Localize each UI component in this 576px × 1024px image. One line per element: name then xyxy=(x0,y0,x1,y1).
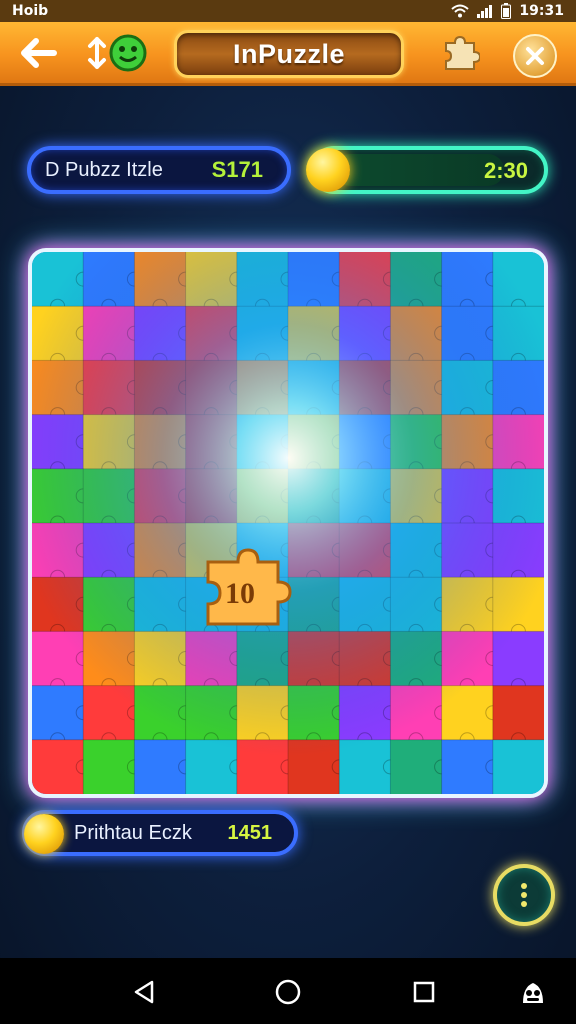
green-smiley-icon xyxy=(109,34,147,72)
signal-icon xyxy=(477,5,493,18)
progress-fill xyxy=(334,154,504,186)
timer-progress-bar: 2:30 xyxy=(306,146,548,194)
center-badge-text: 10 xyxy=(225,577,255,610)
center-badge: 10 xyxy=(206,548,292,626)
nav-home-button[interactable] xyxy=(272,976,304,1008)
sort-button[interactable] xyxy=(80,32,154,74)
more-options-button[interactable] xyxy=(493,864,555,926)
system-nav-bar xyxy=(0,958,576,1024)
nav-back-button[interactable] xyxy=(128,976,160,1008)
gold-coin-icon xyxy=(306,148,350,192)
up-down-arrows-icon xyxy=(88,37,106,69)
close-button[interactable] xyxy=(513,34,557,78)
arrow-left-icon xyxy=(21,38,57,68)
player-label: D Pubzz Itzle xyxy=(45,158,163,181)
nav-back-icon xyxy=(134,980,154,1004)
status-left-text: Hoib xyxy=(12,3,49,19)
puzzle-board[interactable]: 10 xyxy=(28,248,548,798)
close-icon xyxy=(526,47,544,65)
coin-info-bar: Prithtau Eczk 1451 xyxy=(22,810,298,856)
nav-recents-button[interactable] xyxy=(408,976,440,1008)
timer-value: 2:30 xyxy=(483,158,528,183)
nav-home-icon xyxy=(275,979,301,1005)
status-icons: 19:31 xyxy=(451,3,564,19)
nav-recents-icon xyxy=(413,981,435,1003)
puzzle-button[interactable] xyxy=(434,32,486,74)
puzzle-board-canvas[interactable]: 10 xyxy=(32,252,544,794)
player-bar: D Pubzz Itzle S171 xyxy=(27,146,291,194)
page-title: InPuzzle xyxy=(174,30,404,78)
wifi-icon xyxy=(451,4,470,18)
vertical-dots-icon xyxy=(521,883,527,907)
back-button[interactable] xyxy=(16,32,62,74)
board-glow xyxy=(32,252,544,794)
player-score: S171 xyxy=(211,157,263,182)
status-time: 19:31 xyxy=(519,3,564,19)
status-bar: Hoib 19:31 xyxy=(0,0,576,22)
info-label: Prithtau Eczk xyxy=(74,821,192,844)
battery-icon xyxy=(501,3,512,19)
assistant-button[interactable] xyxy=(517,976,549,1008)
assistant-icon xyxy=(523,983,543,1003)
gold-coin-icon xyxy=(24,814,64,854)
app-header: InPuzzle xyxy=(0,22,576,86)
info-value: 1451 xyxy=(227,821,273,844)
puzzle-piece-icon xyxy=(445,35,480,70)
